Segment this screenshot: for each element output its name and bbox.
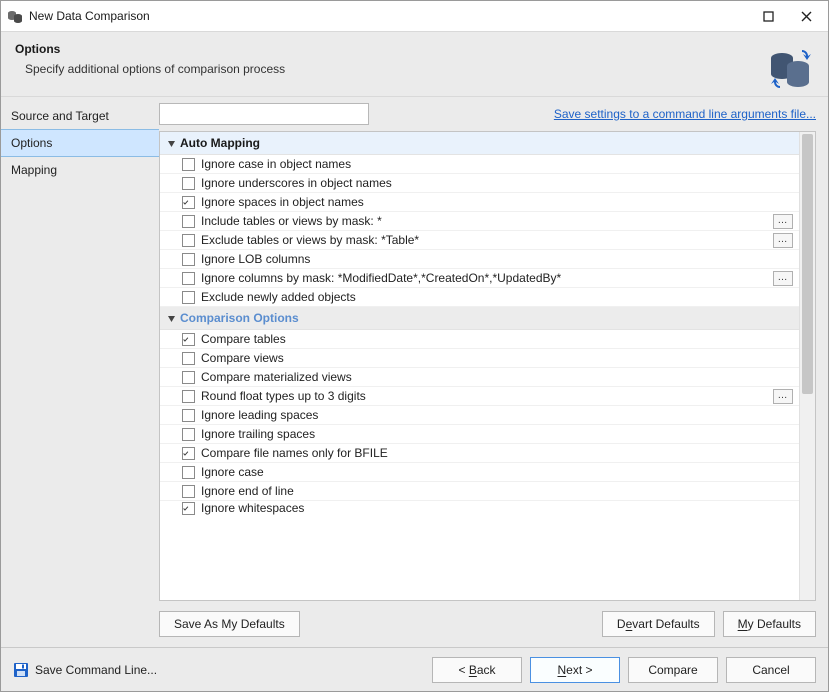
database-sync-icon bbox=[768, 44, 814, 90]
checkbox[interactable] bbox=[182, 428, 195, 441]
compare-button[interactable]: Compare bbox=[628, 657, 718, 683]
ellipsis-button[interactable]: … bbox=[773, 389, 793, 404]
option-label: Compare tables bbox=[201, 332, 793, 346]
save-settings-link[interactable]: Save settings to a command line argument… bbox=[554, 107, 816, 121]
nav-label: Options bbox=[11, 136, 52, 150]
option-row-include-mask[interactable]: Include tables or views by mask: * … bbox=[160, 212, 799, 231]
option-label: Ignore trailing spaces bbox=[201, 427, 793, 441]
group-title: Auto Mapping bbox=[180, 136, 260, 150]
checkbox[interactable] bbox=[182, 177, 195, 190]
option-label: Ignore end of line bbox=[201, 484, 793, 498]
checkbox[interactable] bbox=[182, 409, 195, 422]
save-command-line-label: Save Command Line... bbox=[35, 663, 157, 677]
option-label: Ignore whitespaces bbox=[201, 501, 793, 515]
checkbox[interactable] bbox=[182, 352, 195, 365]
back-button[interactable]: < Back bbox=[432, 657, 522, 683]
scrollbar-thumb[interactable] bbox=[802, 134, 813, 394]
next-button[interactable]: Next > bbox=[530, 657, 620, 683]
option-label: Ignore LOB columns bbox=[201, 252, 793, 266]
option-row-ign-under-obj[interactable]: Ignore underscores in object names bbox=[160, 174, 799, 193]
maximize-button[interactable] bbox=[752, 5, 784, 27]
option-row-ign-lob[interactable]: Ignore LOB columns bbox=[160, 250, 799, 269]
option-row-cmp-bfile[interactable]: Compare file names only for BFILE bbox=[160, 444, 799, 463]
option-row-cmp-mviews[interactable]: Compare materialized views bbox=[160, 368, 799, 387]
option-label: Compare views bbox=[201, 351, 793, 365]
ellipsis-button[interactable]: … bbox=[773, 214, 793, 229]
bottom-bar: Save Command Line... < Back Next > Compa… bbox=[1, 647, 828, 691]
checkbox[interactable] bbox=[182, 215, 195, 228]
option-row-ign-space-obj[interactable]: Ignore spaces in object names bbox=[160, 193, 799, 212]
option-label: Ignore columns by mask: *ModifiedDate*,*… bbox=[201, 271, 767, 285]
titlebar: New Data Comparison bbox=[1, 1, 828, 31]
expand-icon bbox=[166, 313, 176, 323]
checkbox[interactable] bbox=[182, 390, 195, 403]
nav-label: Source and Target bbox=[11, 109, 109, 123]
option-label: Compare file names only for BFILE bbox=[201, 446, 793, 460]
checkbox[interactable] bbox=[182, 371, 195, 384]
checkbox[interactable] bbox=[182, 466, 195, 479]
option-row-ign-ws[interactable]: Ignore whitespaces bbox=[160, 501, 799, 515]
devart-defaults-button[interactable]: Devart Defaults bbox=[602, 611, 715, 637]
option-label: Ignore underscores in object names bbox=[201, 176, 793, 190]
expand-icon bbox=[166, 138, 176, 148]
header-title: Options bbox=[15, 42, 814, 56]
option-row-ign-lead-sp[interactable]: Ignore leading spaces bbox=[160, 406, 799, 425]
checkbox[interactable] bbox=[182, 196, 195, 209]
filter-input[interactable] bbox=[159, 103, 369, 125]
option-label: Compare materialized views bbox=[201, 370, 793, 384]
ellipsis-button[interactable]: … bbox=[773, 271, 793, 286]
option-label: Ignore case bbox=[201, 465, 793, 479]
save-as-my-defaults-button[interactable]: Save As My Defaults bbox=[159, 611, 300, 637]
app-icon bbox=[7, 8, 23, 24]
group-auto-mapping[interactable]: Auto Mapping bbox=[160, 132, 799, 155]
option-label: Round float types up to 3 digits bbox=[201, 389, 767, 403]
group-comparison-options[interactable]: Comparison Options bbox=[160, 307, 799, 330]
option-label: Ignore leading spaces bbox=[201, 408, 793, 422]
floppy-icon bbox=[13, 662, 29, 678]
option-label: Ignore spaces in object names bbox=[201, 195, 793, 209]
option-row-exclude-mask[interactable]: Exclude tables or views by mask: *Table*… bbox=[160, 231, 799, 250]
options-grid: Auto Mapping Ignore case in object names I… bbox=[159, 131, 816, 601]
option-row-ign-eol[interactable]: Ignore end of line bbox=[160, 482, 799, 501]
checkbox[interactable] bbox=[182, 485, 195, 498]
checkbox[interactable] bbox=[182, 291, 195, 304]
nav-source-and-target[interactable]: Source and Target bbox=[1, 103, 159, 129]
nav-options[interactable]: Options bbox=[1, 129, 159, 157]
scrollbar-vertical[interactable] bbox=[799, 132, 815, 600]
option-row-cmp-tables[interactable]: Compare tables bbox=[160, 330, 799, 349]
checkbox[interactable] bbox=[182, 253, 195, 266]
checkbox[interactable] bbox=[182, 502, 195, 515]
close-button[interactable] bbox=[790, 5, 822, 27]
option-row-cmp-views[interactable]: Compare views bbox=[160, 349, 799, 368]
left-nav: Source and Target Options Mapping bbox=[1, 97, 159, 647]
checkbox[interactable] bbox=[182, 158, 195, 171]
option-row-ign-case[interactable]: Ignore case bbox=[160, 463, 799, 482]
option-row-excl-new[interactable]: Exclude newly added objects bbox=[160, 288, 799, 307]
option-label: Exclude newly added objects bbox=[201, 290, 793, 304]
my-defaults-button[interactable]: My Defaults bbox=[723, 611, 816, 637]
option-row-ign-trail-sp[interactable]: Ignore trailing spaces bbox=[160, 425, 799, 444]
cancel-button[interactable]: Cancel bbox=[726, 657, 816, 683]
nav-mapping[interactable]: Mapping bbox=[1, 157, 159, 183]
checkbox[interactable] bbox=[182, 333, 195, 346]
ellipsis-button[interactable]: … bbox=[773, 233, 793, 248]
save-command-line-button[interactable]: Save Command Line... bbox=[13, 662, 157, 678]
checkbox[interactable] bbox=[182, 272, 195, 285]
option-label: Ignore case in object names bbox=[201, 157, 793, 171]
header-subtitle: Specify additional options of comparison… bbox=[15, 62, 814, 76]
option-row-ign-cols-mask[interactable]: Ignore columns by mask: *ModifiedDate*,*… bbox=[160, 269, 799, 288]
nav-label: Mapping bbox=[11, 163, 57, 177]
checkbox[interactable] bbox=[182, 447, 195, 460]
option-row-ign-case-obj[interactable]: Ignore case in object names bbox=[160, 155, 799, 174]
option-row-round-float[interactable]: Round float types up to 3 digits … bbox=[160, 387, 799, 406]
option-label: Include tables or views by mask: * bbox=[201, 214, 767, 228]
option-label: Exclude tables or views by mask: *Table* bbox=[201, 233, 767, 247]
checkbox[interactable] bbox=[182, 234, 195, 247]
window-title: New Data Comparison bbox=[29, 9, 150, 23]
group-title: Comparison Options bbox=[180, 311, 299, 325]
header: Options Specify additional options of co… bbox=[1, 31, 828, 97]
